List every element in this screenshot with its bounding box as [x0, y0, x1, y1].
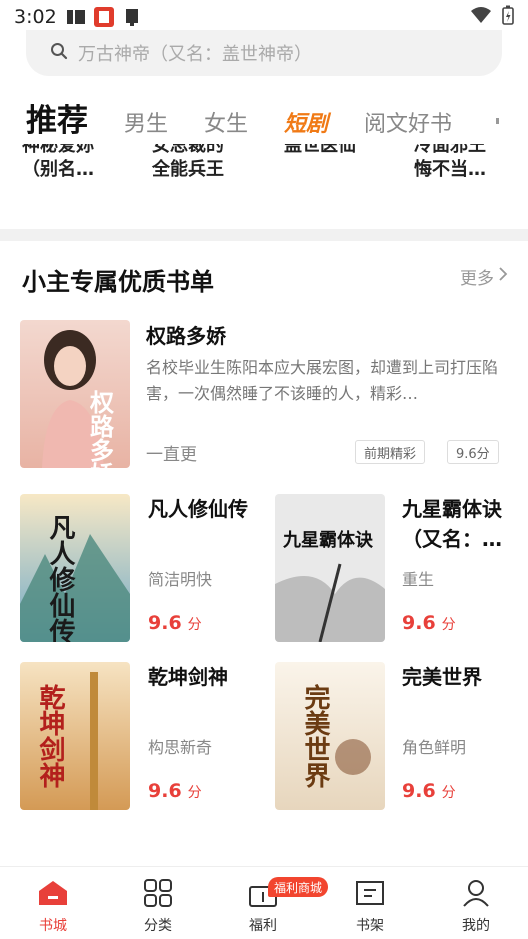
more-label: 更多 — [460, 269, 494, 289]
home-icon — [35, 879, 71, 911]
book-tag: 重生 — [402, 570, 435, 589]
search-placeholder: 万古神帝（又名：盖世神帝） — [78, 44, 312, 65]
partial-book[interactable]: 女总裁的 全能兵王 — [152, 144, 252, 182]
nav-bookstore[interactable]: 书城 — [13, 879, 93, 935]
book-cover[interactable]: 凡人修仙传 — [20, 494, 130, 642]
featured-score-tag: 9.6分 — [447, 440, 499, 464]
section-title: 小主专属优质书单 — [22, 268, 214, 296]
book-title[interactable]: 凡人修仙传 — [148, 494, 248, 524]
partial-book[interactable]: 神秘爱妳 （别名… — [22, 144, 122, 182]
featured-book-desc: 名校毕业生陈阳本应大展宏图，却遭到上司打压陷害，一次偶然睡了不该睡的人，精彩… — [146, 358, 499, 403]
nav-label: 福利 — [249, 918, 277, 934]
featured-tag: 前期精彩 — [355, 440, 426, 464]
nav-bookshelf[interactable]: 书架 — [330, 879, 410, 935]
battery-icon — [502, 5, 514, 29]
tab-recommend[interactable]: 推荐 — [26, 95, 88, 144]
book-cover-title: 完美世界 — [300, 683, 330, 789]
bug-app-icon — [121, 7, 143, 27]
nav-category[interactable]: 分类 — [118, 879, 198, 935]
welfare-mall-badge[interactable]: 福利商城 — [268, 877, 329, 897]
partial-book[interactable]: 盖世医仙 — [284, 144, 384, 158]
grid-icon — [143, 879, 173, 911]
partial-book-row: 神秘爱妳 （别名… 女总裁的 全能兵王 盖世医仙 冷面邪王 悔不当… — [0, 144, 528, 200]
reader-app-icon — [93, 7, 115, 27]
wifi-icon — [470, 6, 492, 28]
featured-book-title[interactable]: 权路多娇 — [146, 320, 226, 349]
book-cover-title: 凡人修仙传 — [45, 514, 76, 642]
tab-overflow-indicator — [496, 118, 499, 124]
bookshelf-icon — [354, 879, 386, 911]
tab-yuewen-books[interactable]: 阅文好书 — [364, 106, 452, 144]
featured-book-author: 一直更 — [146, 445, 197, 465]
search-bar[interactable]: 万古神帝（又名：盖世神帝） — [26, 30, 502, 76]
nav-label: 书城 — [39, 918, 67, 934]
book-score: 9.6 分 — [402, 612, 456, 634]
category-tabs: 推荐 男生 女生 短剧 阅文好书 — [26, 94, 488, 144]
book-title[interactable]: 乾坤剑神 — [148, 662, 228, 692]
book-tag: 角色鲜明 — [402, 738, 467, 757]
featured-cover-title: 权路多娇 — [86, 390, 115, 468]
nav-label: 书架 — [356, 918, 384, 934]
featured-book-cover[interactable]: 权路多娇 — [20, 320, 130, 468]
book-score: 9.6 分 — [402, 780, 456, 802]
book-cover-title: 九星霸体诀 — [282, 529, 374, 551]
book-score: 9.6 分 — [148, 612, 202, 634]
more-link[interactable]: 更多 — [460, 264, 508, 289]
status-bar: 3:02 — [0, 0, 528, 34]
nav-mine[interactable]: 我的 — [436, 879, 516, 935]
book-title[interactable]: 九星霸体诀（又名：… — [402, 494, 512, 554]
book-score: 9.6 分 — [148, 780, 202, 802]
bomb-app-icon — [65, 7, 87, 27]
user-icon — [461, 879, 491, 911]
book-cover-title: 乾坤剑神 — [35, 684, 65, 788]
tab-male[interactable]: 男生 — [124, 106, 168, 144]
tab-female[interactable]: 女生 — [204, 106, 248, 144]
search-icon — [50, 42, 68, 64]
book-cover[interactable]: 完美世界 — [275, 662, 385, 810]
status-time: 3:02 — [14, 6, 57, 28]
partial-book[interactable]: 冷面邪王 悔不当… — [414, 144, 514, 182]
book-cover[interactable]: 乾坤剑神 — [20, 662, 130, 810]
tab-short-drama[interactable]: 短剧 — [284, 106, 328, 144]
nav-label: 分类 — [144, 918, 172, 934]
section-divider — [0, 229, 528, 241]
chevron-right-icon — [498, 266, 508, 287]
bottom-nav: 书城 分类 福利 书架 我的 — [0, 866, 528, 939]
nav-label: 我的 — [462, 918, 490, 934]
book-title[interactable]: 完美世界 — [402, 662, 482, 692]
book-cover[interactable]: 九星霸体诀 — [275, 494, 385, 642]
book-tag: 简洁明快 — [148, 570, 213, 589]
book-tag: 构思新奇 — [148, 738, 213, 757]
